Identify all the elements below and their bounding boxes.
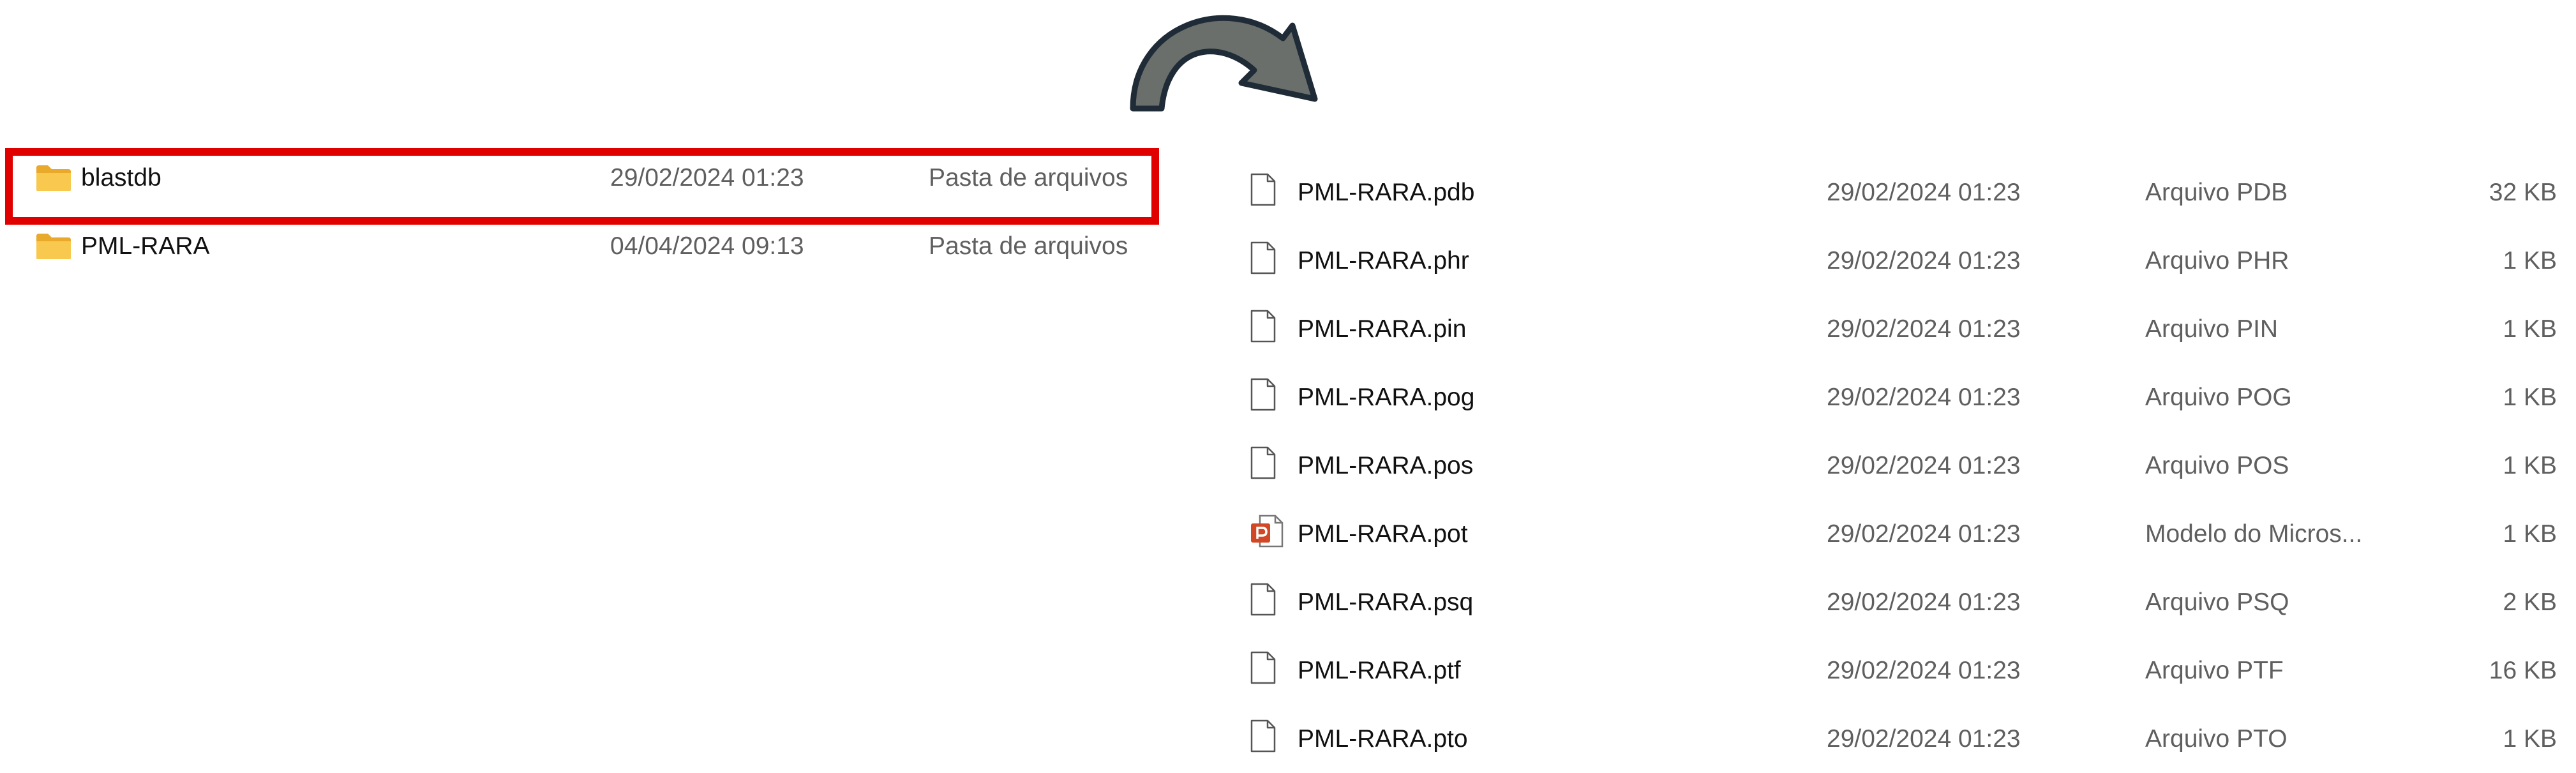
item-type: Arquivo PDB (2145, 178, 2288, 206)
item-name: PML-RARA.phr (1298, 246, 1469, 274)
file-icon (1250, 719, 1277, 759)
item-date-modified: 04/04/2024 09:13 (610, 232, 804, 260)
list-item-pml-rara-folder[interactable]: PML-RARA 04/04/2024 09:13 Pasta de arqui… (0, 212, 1168, 280)
item-name: PML-RARA.pog (1298, 383, 1475, 411)
file-icon (1250, 241, 1277, 281)
item-name: PML-RARA.pto (1298, 724, 1468, 753)
item-type: Arquivo PTF (2145, 656, 2284, 684)
item-type: Arquivo PSQ (2145, 588, 2289, 616)
item-name: blastdb (81, 163, 161, 191)
item-size: 1 KB (2503, 383, 2557, 411)
item-name: PML-RARA.pdb (1298, 178, 1475, 206)
list-item-pml-rara-pot[interactable]: PML-RARA.pot 29/02/2024 01:23 Modelo do … (1238, 500, 2576, 568)
item-type: Modelo do Micros... (2145, 520, 2363, 548)
item-date-modified: 29/02/2024 01:23 (1827, 451, 2021, 479)
list-item-pml-rara-pog[interactable]: PML-RARA.pog 29/02/2024 01:23 Arquivo PO… (1238, 363, 2576, 432)
item-type: Pasta de arquivos (929, 232, 1128, 260)
item-name: PML-RARA.psq (1298, 588, 1474, 616)
powerpoint-template-icon (1250, 514, 1284, 554)
list-item-pml-rara-pin[interactable]: PML-RARA.pin 29/02/2024 01:23 Arquivo PI… (1238, 295, 2576, 363)
list-item-pml-rara-psq[interactable]: PML-RARA.psq 29/02/2024 01:23 Arquivo PS… (1238, 568, 2576, 636)
file-icon (1250, 310, 1277, 349)
item-date-modified: 29/02/2024 01:23 (1827, 588, 2021, 616)
item-date-modified: 29/02/2024 01:23 (1827, 520, 2021, 548)
file-icon (1250, 583, 1277, 622)
item-date-modified: 29/02/2024 01:23 (1827, 656, 2021, 684)
item-size: 1 KB (2503, 520, 2557, 548)
item-type: Arquivo PHR (2145, 246, 2289, 274)
item-date-modified: 29/02/2024 01:23 (1827, 383, 2021, 411)
item-size: 1 KB (2503, 315, 2557, 343)
item-type: Pasta de arquivos (929, 163, 1128, 191)
item-size: 2 KB (2503, 588, 2557, 616)
file-list: PML-RARA.pdb 29/02/2024 01:23 Arquivo PD… (1238, 158, 2576, 773)
item-type: Arquivo PIN (2145, 315, 2279, 343)
item-date-modified: 29/02/2024 01:23 (610, 163, 804, 191)
list-item-pml-rara-phr[interactable]: PML-RARA.phr 29/02/2024 01:23 Arquivo PH… (1238, 227, 2576, 295)
item-date-modified: 29/02/2024 01:23 (1827, 724, 2021, 753)
item-size: 1 KB (2503, 451, 2557, 479)
folder-icon (35, 164, 72, 192)
file-icon (1250, 446, 1277, 486)
item-name: PML-RARA (81, 232, 210, 260)
item-type: Arquivo PTO (2145, 724, 2288, 753)
item-size: 32 KB (2489, 178, 2557, 206)
item-name: PML-RARA.ptf (1298, 656, 1461, 684)
item-size: 1 KB (2503, 246, 2557, 274)
item-date-modified: 29/02/2024 01:23 (1827, 246, 2021, 274)
list-item-pml-rara-pos[interactable]: PML-RARA.pos 29/02/2024 01:23 Arquivo PO… (1238, 432, 2576, 500)
item-type: Arquivo POG (2145, 383, 2292, 411)
file-icon (1250, 378, 1277, 417)
file-icon (1250, 651, 1277, 691)
item-date-modified: 29/02/2024 01:23 (1827, 178, 2021, 206)
curved-arrow-icon (1130, 15, 1318, 112)
item-size: 1 KB (2503, 724, 2557, 753)
file-icon (1250, 173, 1277, 213)
folder-icon (35, 232, 72, 260)
item-name: PML-RARA.pos (1298, 451, 1474, 479)
item-name: PML-RARA.pin (1298, 315, 1467, 343)
item-type: Arquivo POS (2145, 451, 2289, 479)
item-date-modified: 29/02/2024 01:23 (1827, 315, 2021, 343)
list-item-blastdb[interactable]: blastdb 29/02/2024 01:23 Pasta de arquiv… (0, 144, 1168, 212)
list-item-pml-rara-ptf[interactable]: PML-RARA.ptf 29/02/2024 01:23 Arquivo PT… (1238, 636, 2576, 705)
item-size: 16 KB (2489, 656, 2557, 684)
item-name: PML-RARA.pot (1298, 520, 1468, 548)
list-item-pml-rara-pdb[interactable]: PML-RARA.pdb 29/02/2024 01:23 Arquivo PD… (1238, 158, 2576, 227)
folder-list: blastdb 29/02/2024 01:23 Pasta de arquiv… (0, 144, 1168, 280)
